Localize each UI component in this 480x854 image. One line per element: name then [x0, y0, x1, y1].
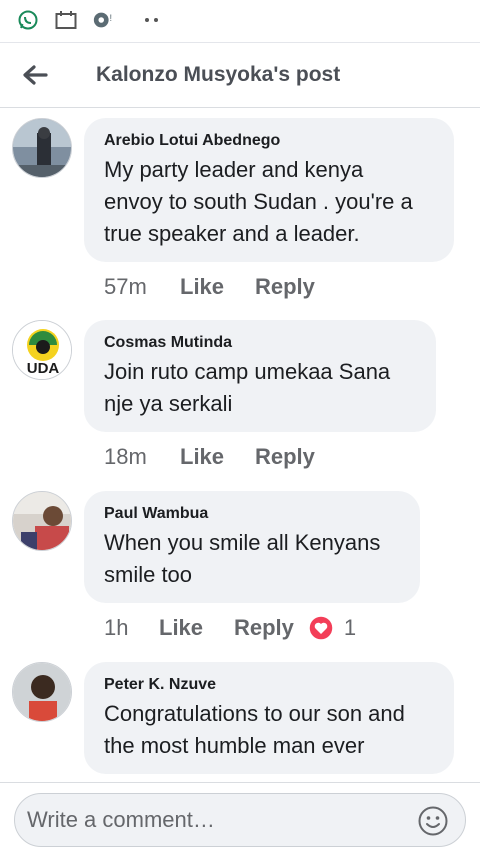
comment-timestamp: 1h: [104, 615, 129, 640]
comment-text-line: Join ruto camp umekaa Sana: [104, 359, 391, 384]
more-dots-icon: [140, 8, 164, 32]
comment-composer[interactable]: [14, 793, 466, 847]
avatar-logo-text: UDA: [27, 360, 60, 377]
avatar[interactable]: [12, 662, 72, 722]
back-arrow-icon: [23, 65, 48, 85]
comment-text: My party leader and kenya envoy to south…: [104, 154, 434, 250]
comment-actions: 18m Like Reply: [104, 444, 315, 470]
avatar[interactable]: [12, 118, 72, 178]
comment-author[interactable]: Cosmas Mutinda: [104, 334, 416, 352]
comment-text-line: Congratulations to our son and: [104, 701, 405, 726]
comment-author[interactable]: Peter K. Nzuve: [104, 676, 434, 694]
page-title: Kalonzo Musyoka's post: [96, 63, 341, 86]
comment-text-line: My party leader and kenya: [104, 157, 364, 182]
avatar[interactable]: UDA: [12, 320, 72, 380]
comment-composer-bar: [0, 782, 480, 854]
post-header: Kalonzo Musyoka's post: [0, 42, 480, 108]
reply-button[interactable]: Reply: [255, 444, 315, 470]
comment-bubble[interactable]: Cosmas Mutinda Join ruto camp umekaa San…: [84, 320, 436, 432]
like-button[interactable]: Like: [180, 444, 255, 470]
reply-button[interactable]: Reply: [234, 615, 294, 641]
comment-bubble[interactable]: Peter K. Nzuve Congratulations to our so…: [84, 662, 454, 774]
reaction-count: 1: [343, 615, 357, 640]
avatar[interactable]: [12, 491, 72, 551]
comment-text-line: When you smile all Kenyans: [104, 530, 381, 555]
comment-text-line: the most humble man ever: [104, 733, 365, 758]
comment-text: Join ruto camp umekaa Sana nje ya serkal…: [104, 356, 416, 420]
comment-timestamp: 57m: [104, 274, 147, 299]
whatsapp-icon: [16, 8, 40, 32]
comment-actions: 57m Like Reply: [104, 274, 315, 300]
comment-bubble[interactable]: Paul Wambua When you smile all Kenyans s…: [84, 491, 420, 603]
calendar-icon: [54, 8, 78, 32]
chat-notification-icon: !: [92, 8, 116, 32]
emoji-button[interactable]: [417, 805, 449, 837]
like-button[interactable]: Like: [180, 274, 255, 300]
heart-reaction-icon: [308, 615, 334, 641]
comment-input[interactable]: [27, 807, 407, 833]
comment-author[interactable]: Paul Wambua: [104, 505, 400, 523]
reply-button[interactable]: Reply: [255, 274, 315, 300]
comment-timestamp: 18m: [104, 444, 147, 469]
comment-bubble[interactable]: Arebio Lotui Abednego My party leader an…: [84, 118, 454, 262]
comment-text-line: true speaker and a leader.: [104, 221, 360, 246]
like-button[interactable]: Like: [159, 615, 234, 641]
comment-author[interactable]: Arebio Lotui Abednego: [104, 132, 434, 150]
comment-list[interactable]: Arebio Lotui Abednego My party leader an…: [0, 108, 480, 782]
comment-text: Congratulations to our son and the most …: [104, 698, 434, 762]
status-bar: !: [0, 0, 480, 40]
comment-text-line: smile too: [104, 562, 193, 587]
comment-text: When you smile all Kenyans smile too: [104, 527, 400, 591]
comment-text-line: envoy to south Sudan . you're a: [104, 189, 413, 214]
comment-text-line: nje ya serkali: [104, 391, 233, 416]
reaction-summary[interactable]: 1: [308, 615, 356, 641]
smiley-icon: [418, 806, 448, 836]
comment-actions: 1h Like Reply 1: [104, 615, 356, 641]
back-button[interactable]: [0, 42, 70, 108]
svg-text:!: !: [110, 13, 113, 23]
